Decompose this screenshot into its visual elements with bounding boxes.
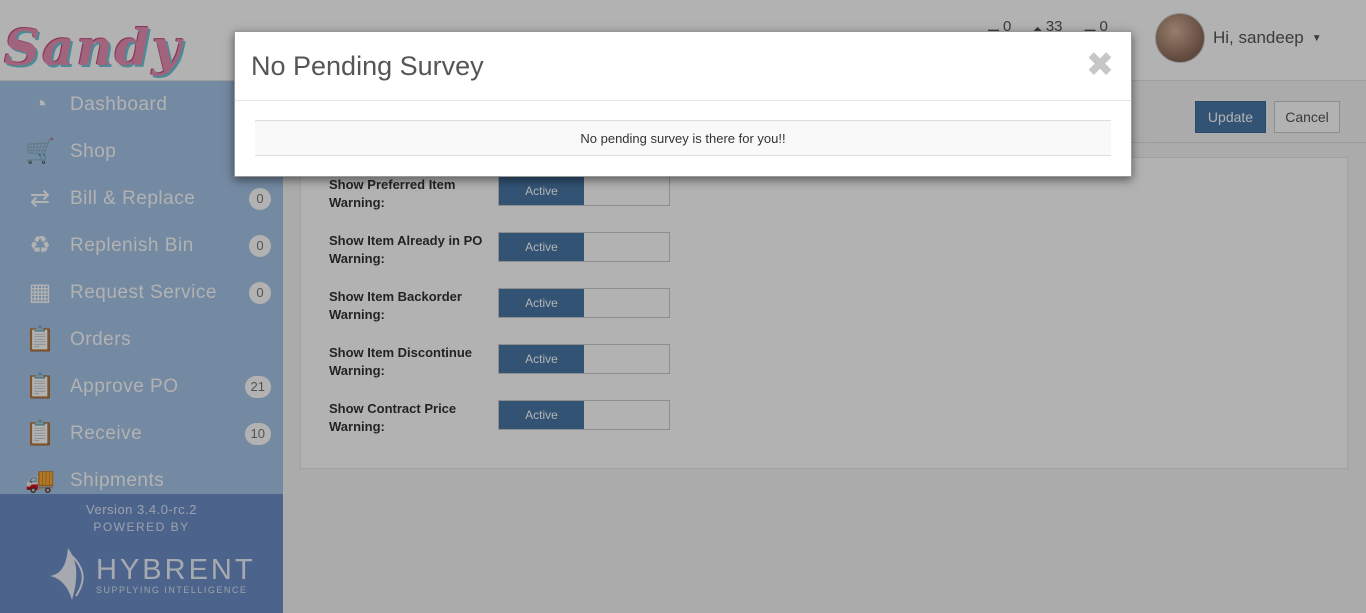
survey-modal: No Pending Survey ✖ No pending survey is… (234, 31, 1132, 177)
modal-header: No Pending Survey ✖ (235, 32, 1131, 101)
modal-message: No pending survey is there for you!! (580, 130, 786, 146)
modal-body: No pending survey is there for you!! (255, 120, 1111, 156)
close-icon[interactable]: ✖ (1085, 48, 1115, 82)
modal-title: No Pending Survey (251, 51, 484, 81)
